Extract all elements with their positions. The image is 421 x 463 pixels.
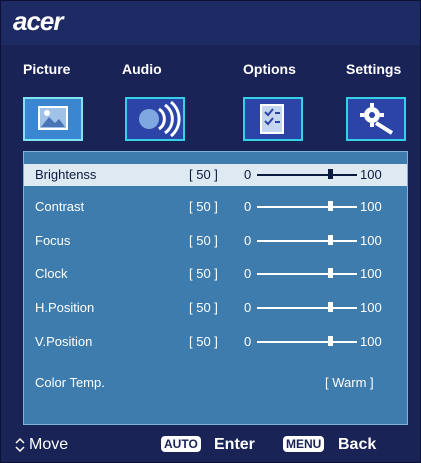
slider-min: 0 bbox=[244, 199, 252, 214]
slider-knob[interactable] bbox=[328, 169, 333, 179]
enter-hint: Enter bbox=[214, 436, 255, 453]
tab-audio[interactable]: Audio bbox=[122, 61, 162, 77]
settings-icon bbox=[360, 103, 394, 135]
slider-max: 100 bbox=[360, 233, 382, 248]
menu-row-contrast[interactable]: Contrast [ 50 ] 0 100 bbox=[24, 196, 407, 218]
row-label: Color Temp. bbox=[35, 375, 105, 390]
settings-icon-button[interactable] bbox=[346, 97, 406, 141]
row-label: Clock bbox=[35, 266, 68, 281]
acer-logo: acer bbox=[13, 6, 63, 36]
slider-min: 0 bbox=[244, 233, 252, 248]
back-hint: Back bbox=[338, 436, 377, 453]
menu-row-h-position[interactable]: H.Position [ 50 ] 0 100 bbox=[24, 297, 407, 319]
picture-icon bbox=[38, 106, 68, 130]
h-position-slider[interactable] bbox=[257, 302, 357, 312]
top-bar: acer bbox=[1, 1, 420, 45]
row-label: Focus bbox=[35, 233, 71, 248]
slider-min: 0 bbox=[244, 266, 252, 281]
row-label: Contrast bbox=[35, 199, 85, 214]
slider-knob[interactable] bbox=[328, 201, 333, 211]
audio-icon bbox=[139, 100, 181, 138]
row-value: [ 50 ] bbox=[189, 334, 218, 349]
slider-min: 0 bbox=[244, 300, 252, 315]
row-value: [ 50 ] bbox=[189, 266, 218, 281]
row-value: [ 50 ] bbox=[189, 300, 218, 315]
menu-key-badge: MENU bbox=[283, 436, 325, 452]
clock-slider[interactable] bbox=[257, 268, 357, 278]
slider-knob[interactable] bbox=[328, 235, 333, 245]
options-icon bbox=[260, 104, 284, 134]
options-icon-button[interactable] bbox=[243, 97, 303, 141]
settings-panel: Brightenss [ 50 ] 0 100 Contrast [ 50 ] … bbox=[23, 151, 408, 425]
menu-row-brightness[interactable]: Brightenss [ 50 ] 0 100 bbox=[24, 164, 407, 186]
row-value: [ 50 ] bbox=[189, 233, 218, 248]
slider-min: 0 bbox=[244, 167, 252, 182]
menu-row-v-position[interactable]: V.Position [ 50 ] 0 100 bbox=[24, 331, 407, 353]
slider-knob[interactable] bbox=[328, 336, 333, 346]
row-value: [ 50 ] bbox=[189, 199, 218, 214]
auto-key-badge: AUTO bbox=[161, 436, 201, 452]
osd-window: acer Picture Audio Options Settings Brig… bbox=[0, 0, 421, 463]
bottom-bar: Move AUTO Enter MENU Back bbox=[1, 428, 420, 462]
brightness-slider[interactable] bbox=[257, 169, 357, 179]
up-down-arrows-icon bbox=[15, 437, 25, 453]
row-value: [ 50 ] bbox=[189, 167, 218, 182]
row-label: H.Position bbox=[35, 300, 95, 315]
menu-row-color-temp[interactable]: Color Temp. [ Warm ] bbox=[24, 372, 407, 394]
tab-bar: Picture Audio Options Settings bbox=[1, 61, 420, 83]
menu-row-focus[interactable]: Focus [ 50 ] 0 100 bbox=[24, 230, 407, 252]
slider-max: 100 bbox=[360, 167, 382, 182]
color-temp-value[interactable]: [ Warm ] bbox=[325, 375, 374, 390]
audio-icon-button[interactable] bbox=[125, 97, 185, 141]
slider-max: 100 bbox=[360, 199, 382, 214]
tab-picture[interactable]: Picture bbox=[23, 61, 70, 77]
slider-min: 0 bbox=[244, 334, 252, 349]
slider-knob[interactable] bbox=[328, 268, 333, 278]
move-hint: Move bbox=[29, 436, 69, 453]
slider-max: 100 bbox=[360, 266, 382, 281]
v-position-slider[interactable] bbox=[257, 336, 357, 346]
menu-row-clock[interactable]: Clock [ 50 ] 0 100 bbox=[24, 263, 407, 285]
picture-icon-button[interactable] bbox=[23, 97, 83, 141]
tab-settings[interactable]: Settings bbox=[346, 61, 401, 77]
slider-knob[interactable] bbox=[328, 302, 333, 312]
contrast-slider[interactable] bbox=[257, 201, 357, 211]
tab-options[interactable]: Options bbox=[243, 61, 296, 77]
slider-max: 100 bbox=[360, 300, 382, 315]
slider-max: 100 bbox=[360, 334, 382, 349]
row-label: V.Position bbox=[35, 334, 93, 349]
row-label: Brightenss bbox=[35, 167, 97, 182]
focus-slider[interactable] bbox=[257, 235, 357, 245]
